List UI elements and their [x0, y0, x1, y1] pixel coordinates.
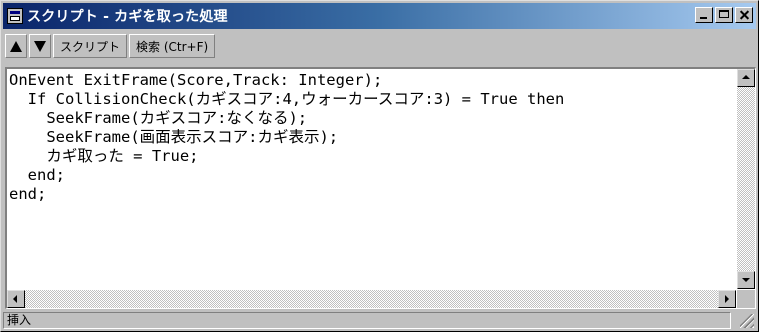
- minimize-button[interactable]: [695, 7, 713, 23]
- scroll-up-button[interactable]: [737, 69, 755, 87]
- resize-grip-icon[interactable]: [740, 314, 754, 328]
- horizontal-scrollbar[interactable]: [7, 290, 736, 308]
- window-controls: [693, 7, 753, 23]
- script-window: スクリプト - カギを取った処理 スクリプト 検索 (Ctr+F) OnEven…: [0, 0, 759, 332]
- toolbar: スクリプト 検索 (Ctr+F): [5, 33, 217, 59]
- status-bar: 挿入: [3, 311, 756, 330]
- triangle-down-icon: [34, 40, 46, 52]
- script-button[interactable]: スクリプト: [53, 34, 128, 58]
- code-line: SeekFrame(画面表示スコア:カギ表示);: [9, 128, 339, 146]
- code-line: If CollisionCheck(カギスコア:4,ウォーカースコア:3) = …: [9, 90, 565, 108]
- code-line: end;: [9, 185, 47, 203]
- scroll-left-button[interactable]: [7, 290, 25, 308]
- code-text[interactable]: OnEvent ExitFrame(Score,Track: Integer);…: [9, 71, 731, 287]
- script-editor[interactable]: OnEvent ExitFrame(Score,Track: Integer);…: [5, 67, 756, 309]
- triangle-up-icon: [10, 40, 22, 52]
- code-line: OnEvent ExitFrame(Score,Track: Integer);: [9, 71, 383, 89]
- code-line: カギ取った = True;: [9, 147, 199, 165]
- close-button[interactable]: [735, 7, 753, 23]
- previous-script-button[interactable]: [5, 34, 27, 58]
- title-bar[interactable]: スクリプト - カギを取った処理: [3, 3, 756, 29]
- window-title: スクリプト - カギを取った処理: [27, 9, 228, 25]
- edit-mode-indicator: 挿入: [3, 312, 731, 329]
- code-line: SeekFrame(カギスコア:なくなる);: [9, 109, 308, 127]
- vertical-scrollbar[interactable]: [737, 69, 755, 289]
- scroll-right-button[interactable]: [718, 290, 736, 308]
- code-line: end;: [9, 166, 65, 184]
- scrollbar-corner: [737, 290, 755, 308]
- app-icon[interactable]: [7, 8, 23, 24]
- next-script-button[interactable]: [29, 34, 51, 58]
- maximize-button[interactable]: [715, 7, 733, 23]
- scroll-down-button[interactable]: [737, 271, 755, 289]
- search-button[interactable]: 検索 (Ctr+F): [129, 34, 216, 58]
